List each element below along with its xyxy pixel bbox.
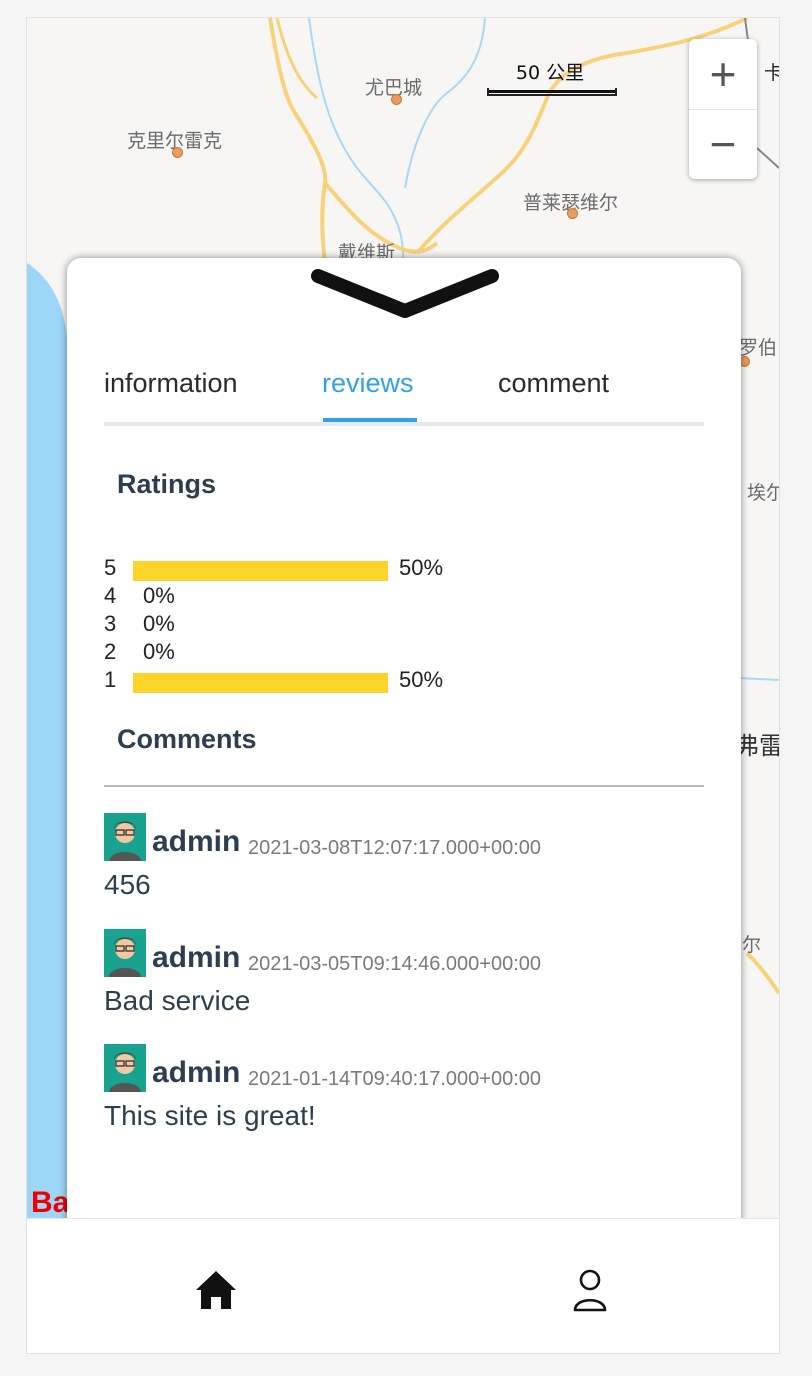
avatar xyxy=(104,929,146,977)
map-scale-label: 50 公里 xyxy=(515,62,585,84)
zoom-in-button[interactable]: + xyxy=(689,39,757,110)
rating-star-label: 1 xyxy=(104,667,117,692)
rating-row: 5 50% xyxy=(104,555,704,583)
collapse-chevron-icon[interactable] xyxy=(310,266,500,318)
rating-bar xyxy=(133,673,388,693)
rating-star-label: 2 xyxy=(104,639,117,664)
app-frame: 克里尔雷克 尤巴城 普莱瑟维尔 戴维斯 罗伯 埃尔 弗雷 尔 卡 50 公里 +… xyxy=(26,17,780,1354)
city-label: 卡 xyxy=(764,58,779,85)
comment-time: 2021-03-05T09:14:46.000+00:00 xyxy=(248,953,542,975)
rating-percent: 0% xyxy=(143,639,175,664)
comment-item: admin 2021-01-14T09:40:17.000+00:00 This… xyxy=(104,1044,704,1144)
city-label: 尔 xyxy=(742,934,762,956)
detail-panel: information reviews comment Ratings 5 50… xyxy=(67,258,741,1238)
zoom-out-button[interactable]: − xyxy=(689,109,757,179)
tab-reviews[interactable]: reviews xyxy=(322,368,414,399)
rating-percent: 0% xyxy=(143,583,175,608)
tab-information[interactable]: information xyxy=(104,368,238,399)
tab-bar: information reviews comment xyxy=(104,362,704,426)
home-icon[interactable] xyxy=(186,1259,246,1319)
comment-time: 2021-03-08T12:07:17.000+00:00 xyxy=(248,837,542,859)
city-label: 弗雷 xyxy=(735,732,779,760)
comment-item: admin 2021-03-05T09:14:46.000+00:00 Bad … xyxy=(104,929,704,1029)
ratings-title: Ratings xyxy=(117,469,217,499)
rating-percent: 50% xyxy=(399,667,444,692)
comments-title: Comments xyxy=(117,724,257,754)
zoom-control: + − xyxy=(689,39,757,179)
rating-row: 4 0% xyxy=(104,583,704,611)
comment-text: This site is great! xyxy=(104,1100,316,1131)
divider xyxy=(104,785,704,787)
map-scale: 50 公里 xyxy=(485,58,617,98)
comment-item: admin 2021-03-08T12:07:17.000+00:00 456 xyxy=(104,813,704,913)
bottom-nav xyxy=(27,1218,779,1353)
rating-star-label: 5 xyxy=(104,555,117,580)
city-dot xyxy=(172,147,183,158)
comment-author: admin xyxy=(152,1056,241,1089)
comment-author: admin xyxy=(152,941,241,974)
city-label: 埃尔 xyxy=(747,482,779,504)
city-dot xyxy=(567,208,578,219)
rating-row: 3 0% xyxy=(104,611,704,639)
map-scale-bar xyxy=(487,88,617,96)
user-icon[interactable] xyxy=(560,1259,620,1319)
active-tab-indicator xyxy=(323,418,417,422)
avatar xyxy=(104,813,146,861)
comment-text: Bad service xyxy=(104,985,251,1016)
comment-time: 2021-01-14T09:40:17.000+00:00 xyxy=(248,1068,542,1090)
rating-row: 2 0% xyxy=(104,639,704,667)
rating-percent: 0% xyxy=(143,611,175,636)
tab-comment[interactable]: comment xyxy=(498,368,609,399)
comment-author: admin xyxy=(152,825,241,858)
rating-bar xyxy=(133,561,388,581)
comment-text: 456 xyxy=(104,869,151,900)
rating-percent: 50% xyxy=(399,555,444,580)
city-dot xyxy=(391,94,402,105)
rating-star-label: 4 xyxy=(104,583,117,608)
rating-star-label: 3 xyxy=(104,611,117,636)
map-logo: Ba xyxy=(31,1186,70,1218)
avatar xyxy=(104,1044,146,1092)
rating-row: 1 50% xyxy=(104,667,704,695)
